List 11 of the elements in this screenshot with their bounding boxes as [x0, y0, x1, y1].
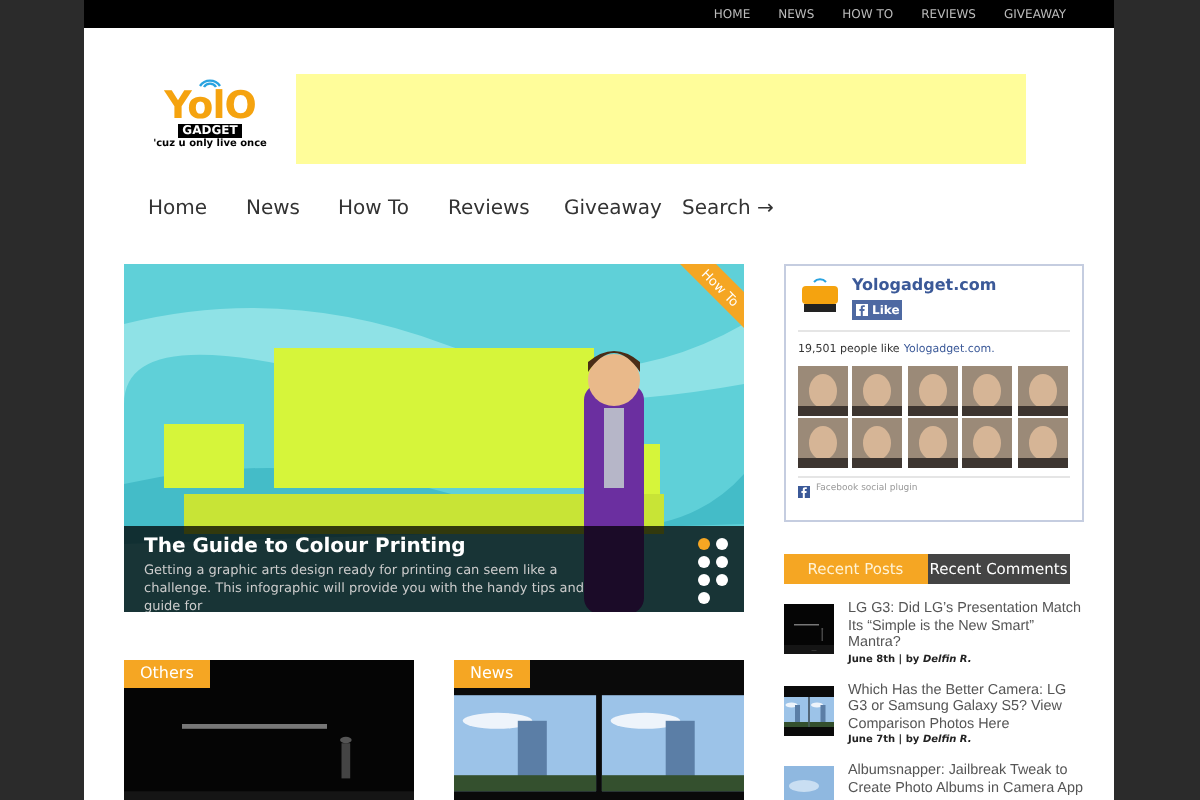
nav-link[interactable]: News: [246, 198, 301, 220]
nav-link[interactable]: Giveaway: [564, 198, 662, 220]
facebook-icon: [798, 485, 810, 498]
slide-title[interactable]: The Guide to Colour Printing: [144, 534, 744, 562]
nav-link[interactable]: How To: [338, 198, 410, 220]
facebook-icon: [856, 304, 868, 316]
page-name-link[interactable]: Yologadget.com: [852, 276, 997, 296]
nav-link[interactable]: Reviews: [448, 198, 530, 220]
nav-link[interactable]: Search →: [682, 198, 774, 220]
nav-link[interactable]: Home: [148, 198, 208, 220]
wifi-icon: [198, 76, 222, 88]
